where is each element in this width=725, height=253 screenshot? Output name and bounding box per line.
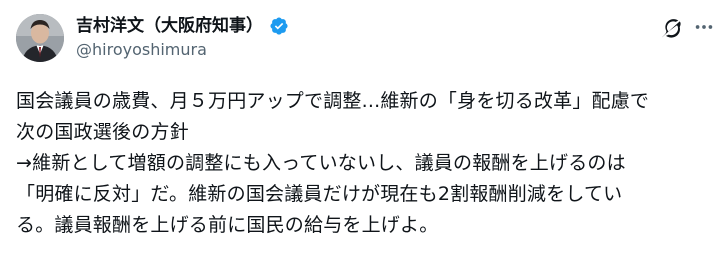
post-text-line: →維新として増額の調整にも入っていないし、議員の報酬を上げるのは xyxy=(16,152,626,174)
verified-badge-icon xyxy=(269,16,289,36)
grok-icon[interactable] xyxy=(660,16,682,38)
more-options-icon[interactable] xyxy=(693,16,715,38)
author-display-name[interactable]: 吉村洋文（大阪府知事） xyxy=(76,15,263,37)
author-name-row: 吉村洋文（大阪府知事） xyxy=(76,14,289,38)
post-card: 吉村洋文（大阪府知事） @hiroyoshimura 国会議員の歳費、月５万円ア… xyxy=(0,0,725,253)
avatar-photo xyxy=(16,14,64,62)
avatar[interactable] xyxy=(16,14,64,62)
post-text: 国会議員の歳費、月５万円アップで調整...維新の「身を切る改革」配慮で 次の国政… xyxy=(16,86,716,241)
author-handle[interactable]: @hiroyoshimura xyxy=(76,40,207,60)
post-text-line: る。議員報酬を上げる前に国民の給与を上げよ。 xyxy=(16,214,439,236)
post-text-line: 国会議員の歳費、月５万円アップで調整...維新の「身を切る改革」配慮で xyxy=(16,90,650,112)
post-text-line: 「明確に反対」だ。維新の国会議員だけが現在も2割報酬削減をしてい xyxy=(16,183,623,205)
post-text-line: 次の国政選後の方針 xyxy=(16,121,189,143)
